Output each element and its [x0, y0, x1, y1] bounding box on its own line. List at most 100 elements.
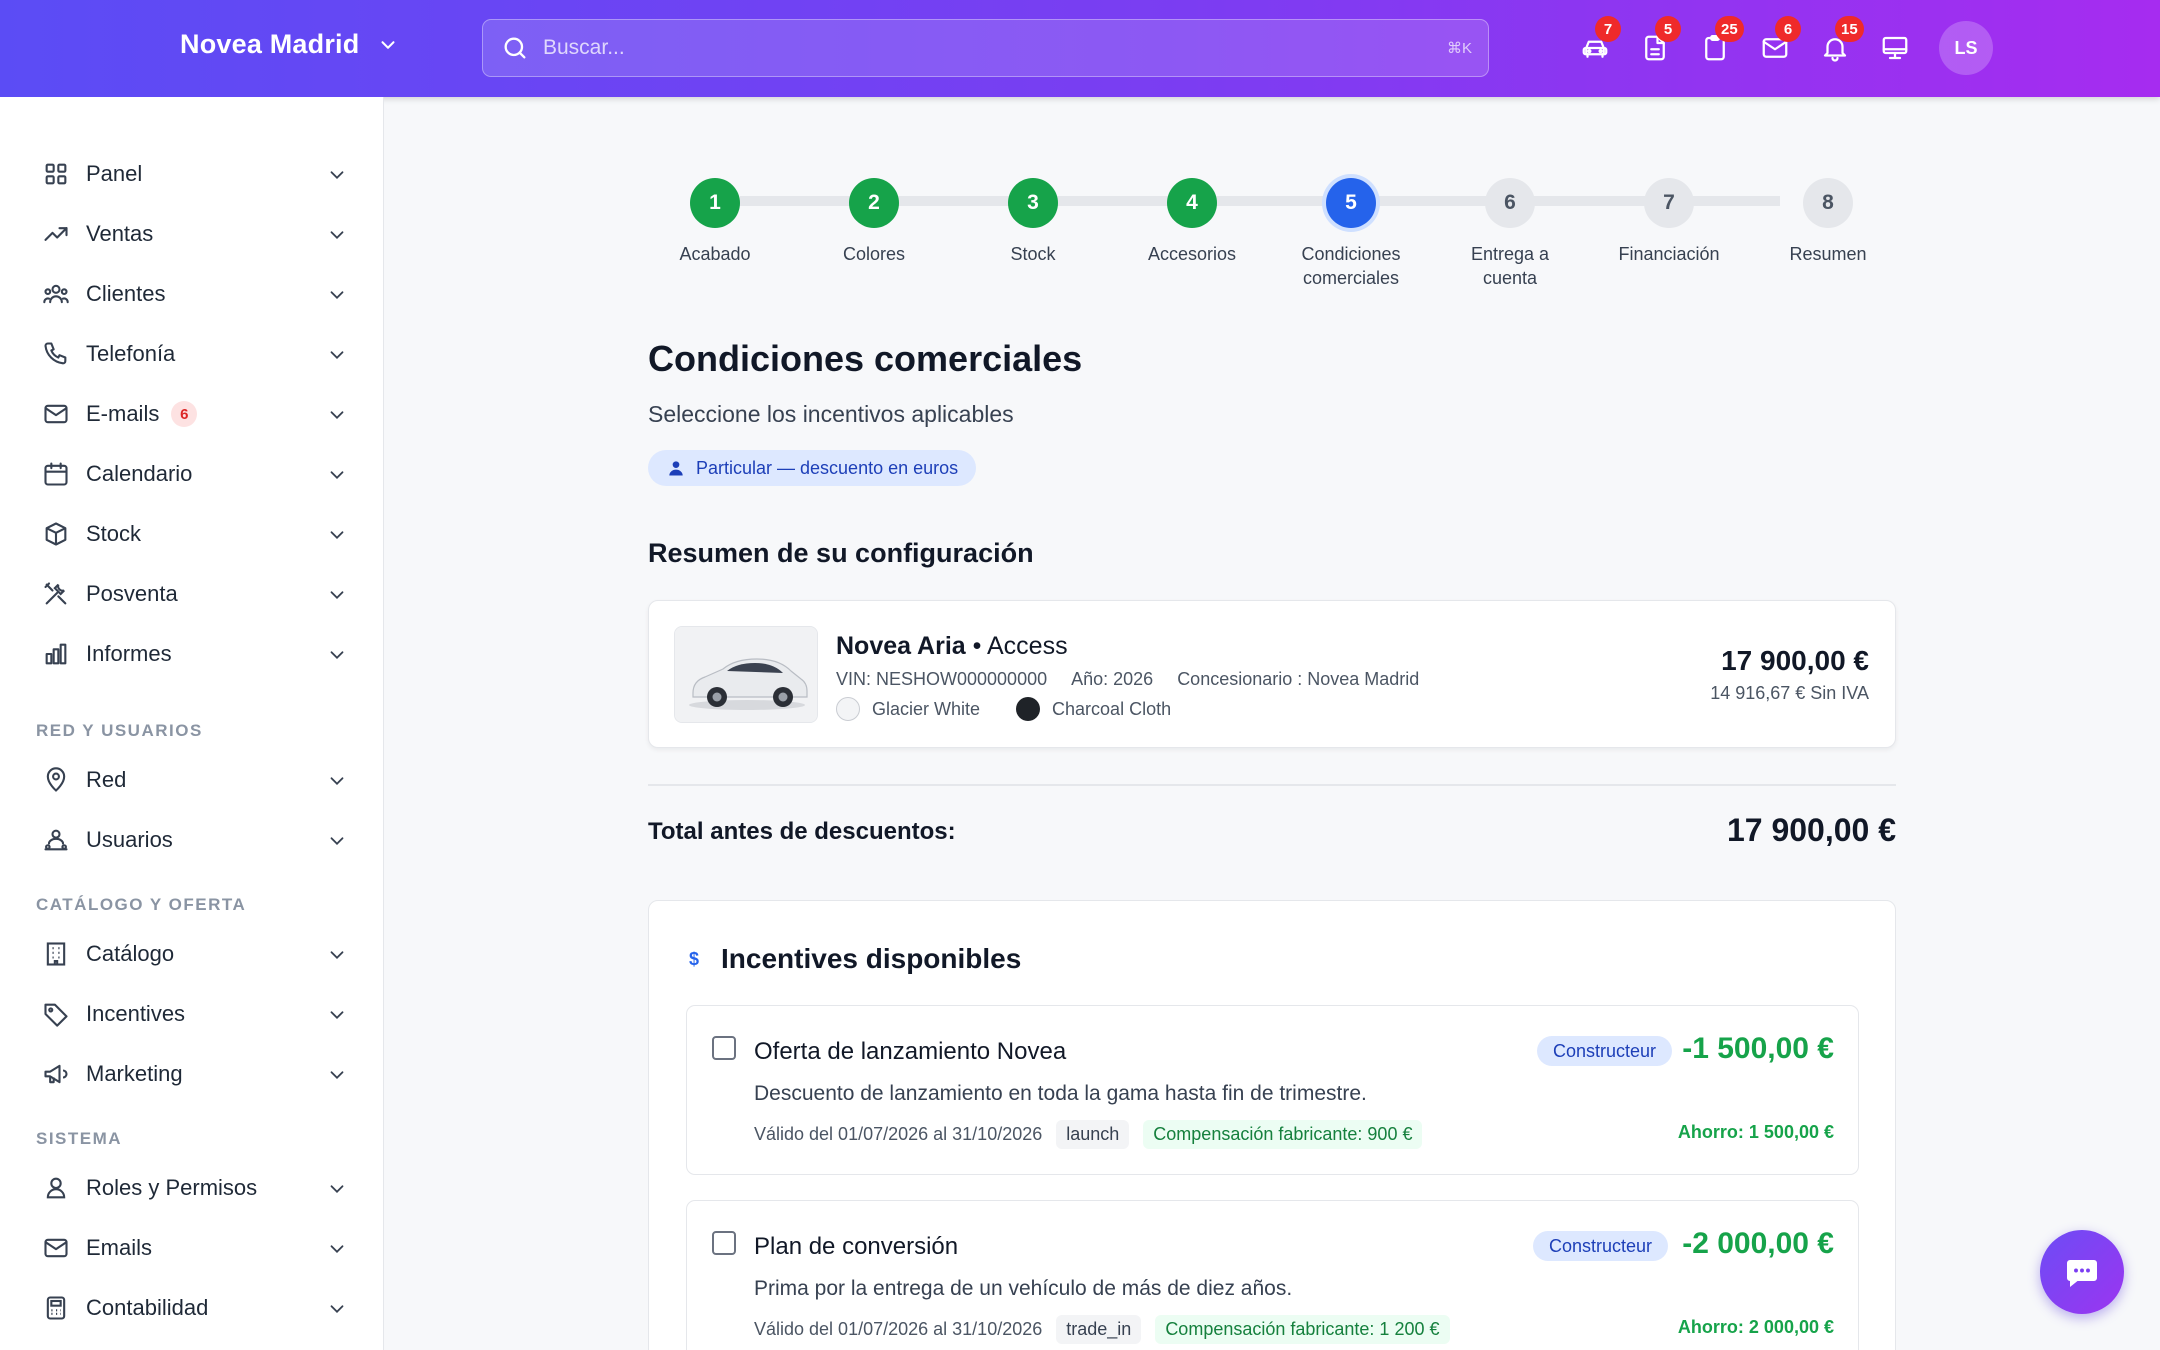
sidebar-item-marketing[interactable]: Marketing [26, 1048, 356, 1100]
chevron-down-icon [330, 951, 344, 960]
dealer-selector[interactable]: Novea Madrid [180, 29, 399, 60]
notification-badge: 6 [1775, 16, 1801, 42]
chevron-down-icon [330, 777, 344, 786]
vehicle-colors: Glacier White Charcoal Cloth [836, 697, 1171, 721]
tasks-button[interactable]: 25 [1685, 16, 1745, 74]
sidebar-item-label: Contabilidad [86, 1295, 209, 1320]
sidebar-item-label: Red [86, 767, 127, 792]
sidebar-item-label: Posventa [86, 581, 178, 606]
incentive-saving: Ahorro: 2 000,00 € [1677, 1317, 1834, 1337]
summary-title: Resumen de su configuración [648, 538, 1034, 568]
sidebar-item-contabilidad[interactable]: Contabilidad [26, 1282, 356, 1334]
sidebar-item-ventas[interactable]: Ventas [26, 208, 356, 260]
incentives-header: $ Incentives disponibles [689, 943, 1021, 975]
sidebar-item-posventa[interactable]: Posventa [26, 568, 356, 620]
sidebar: Panel Ventas Clientes Telefonía E-mails … [0, 97, 384, 1350]
incentives-panel: $ Incentives disponibles Oferta de lanza… [648, 900, 1896, 1350]
sidebar-item-telefonia[interactable]: Telefonía [26, 328, 356, 380]
sidebar-item-incentives[interactable]: Incentives [26, 988, 356, 1040]
step-resumen[interactable]: 8 Resumen [1748, 178, 1908, 266]
incentive-validity: Válido del 01/07/2026 al 31/10/2026 [754, 1319, 1043, 1339]
sidebar-item-panel[interactable]: Panel [26, 148, 356, 200]
incentive-saving: Ahorro: 1 500,00 € [1677, 1122, 1834, 1142]
top-bar: Novea Madrid ⌘K 7 5 25 6 15 L [0, 0, 2160, 97]
sidebar-item-clientes[interactable]: Clientes [26, 268, 356, 320]
step-entrega-a-cuenta[interactable]: 6 Entrega a cuenta [1430, 178, 1590, 290]
sidebar-item-red[interactable]: Red [26, 754, 356, 806]
sidebar-item-catalogo[interactable]: Catálogo [26, 928, 356, 980]
incentive-validity: Válido del 01/07/2026 al 31/10/2026 [754, 1124, 1043, 1144]
incentive-checkbox[interactable] [712, 1036, 736, 1060]
step-number: 3 [1008, 178, 1058, 228]
incentive-name: Plan de conversión [754, 1233, 959, 1260]
display-button[interactable] [1865, 22, 1925, 74]
incentive-amount: -1 500,00 € [1682, 1032, 1834, 1065]
documents-button[interactable]: 5 [1625, 16, 1685, 74]
step-colores[interactable]: 2 Colores [794, 178, 954, 266]
sidebar-item-informes[interactable]: Informes [26, 628, 356, 680]
section-title-system: SISTEMA [36, 1129, 123, 1148]
chat-bubble-icon [2067, 1260, 2097, 1287]
incentive-tag: trade_in [1056, 1315, 1142, 1344]
incentive-card[interactable]: Oferta de lanzamiento Novea Constructeur… [686, 1005, 1859, 1175]
user-avatar[interactable]: LS [1939, 21, 1993, 75]
vehicle-meta: VIN: NESHOW000000000 Año: 2026 Concesion… [836, 669, 1419, 690]
exterior-color-swatch [836, 697, 860, 721]
sidebar-item-roles[interactable]: Roles y Permisos [26, 1162, 356, 1214]
step-label: Entrega a cuenta [1470, 244, 1550, 288]
sidebar-item-stock[interactable]: Stock [26, 508, 356, 560]
chevron-down-icon [330, 1185, 344, 1194]
step-label: Colores [842, 244, 906, 264]
vehicles-button[interactable]: 7 [1565, 16, 1625, 74]
search-input[interactable] [543, 36, 1447, 60]
sidebar-item-label: Telefonía [86, 341, 176, 366]
incentive-checkbox[interactable] [712, 1231, 736, 1255]
incentive-name: Oferta de lanzamiento Novea [754, 1038, 1067, 1065]
chart-icon [45, 643, 67, 665]
sidebar-item-calendario[interactable]: Calendario [26, 448, 356, 500]
step-accesorios[interactable]: 4 Accesorios [1112, 178, 1272, 266]
incentive-source-badge: Constructeur [1532, 1231, 1668, 1261]
notifications-button[interactable]: 15 [1805, 16, 1865, 74]
step-label: Accesorios [1147, 244, 1237, 264]
sidebar-item-usuarios[interactable]: Usuarios [26, 814, 356, 866]
incentive-description: Prima por la entrega de un vehículo de m… [754, 1277, 1293, 1300]
notification-badge: 7 [1595, 16, 1621, 42]
client-type-chip: Particular — descuento en euros [648, 450, 977, 486]
incentive-card[interactable]: Plan de conversión Constructeur -2 000,0… [686, 1200, 1859, 1350]
sidebar-item-label: Roles y Permisos [86, 1175, 258, 1200]
chevron-down-icon [330, 837, 344, 846]
sidebar-item-label: Usuarios [86, 827, 173, 852]
messages-button[interactable]: 6 [1745, 16, 1805, 74]
step-acabado[interactable]: 1 Acabado [635, 178, 795, 266]
megaphone-icon [44, 1064, 68, 1084]
step-number: 2 [849, 178, 899, 228]
step-label: Financiación [1618, 244, 1720, 264]
total-before-discounts-value: 17 900,00 € [1726, 812, 1896, 848]
incentive-compensation: Compensación fabricante: 900 € [1143, 1120, 1423, 1149]
incentive-footer: Válido del 01/07/2026 al 31/10/2026 laun… [754, 1120, 1423, 1149]
chevron-down-icon [381, 40, 395, 49]
incentives-title: Incentives disponibles [721, 943, 1022, 974]
step-condiciones-comerciales[interactable]: 5 Condiciones comerciales [1271, 178, 1431, 290]
vehicle-vin: VIN: NESHOW000000000 [836, 669, 1048, 689]
chat-button[interactable] [2040, 1230, 2124, 1314]
dealer-name: Novea Madrid [180, 29, 360, 59]
model-separator: • [972, 632, 982, 660]
search-icon [504, 37, 526, 59]
mail-icon [44, 404, 68, 424]
sidebar-item-emails[interactable]: E-mails 6 [26, 388, 356, 440]
vehicle-dealer: Concesionario : Novea Madrid [1177, 669, 1420, 689]
map-pin-icon [46, 767, 66, 792]
vehicle-price-total: 17 900,00 € [1721, 645, 1869, 676]
chevron-down-icon [330, 651, 344, 660]
step-financiacion[interactable]: 7 Financiación [1589, 178, 1749, 266]
incentive-tag: launch [1056, 1120, 1130, 1149]
section-title-catalog: CATÁLOGO Y OFERTA [36, 895, 247, 914]
sidebar-item-label: Panel [86, 161, 143, 186]
search-box[interactable]: ⌘K [482, 19, 1489, 77]
sidebar-item-emails-system[interactable]: Emails [26, 1222, 356, 1274]
unread-count-badge: 6 [171, 401, 198, 427]
step-stock[interactable]: 3 Stock [953, 178, 1113, 266]
client-type-label: Particular — descuento en euros [696, 457, 959, 478]
